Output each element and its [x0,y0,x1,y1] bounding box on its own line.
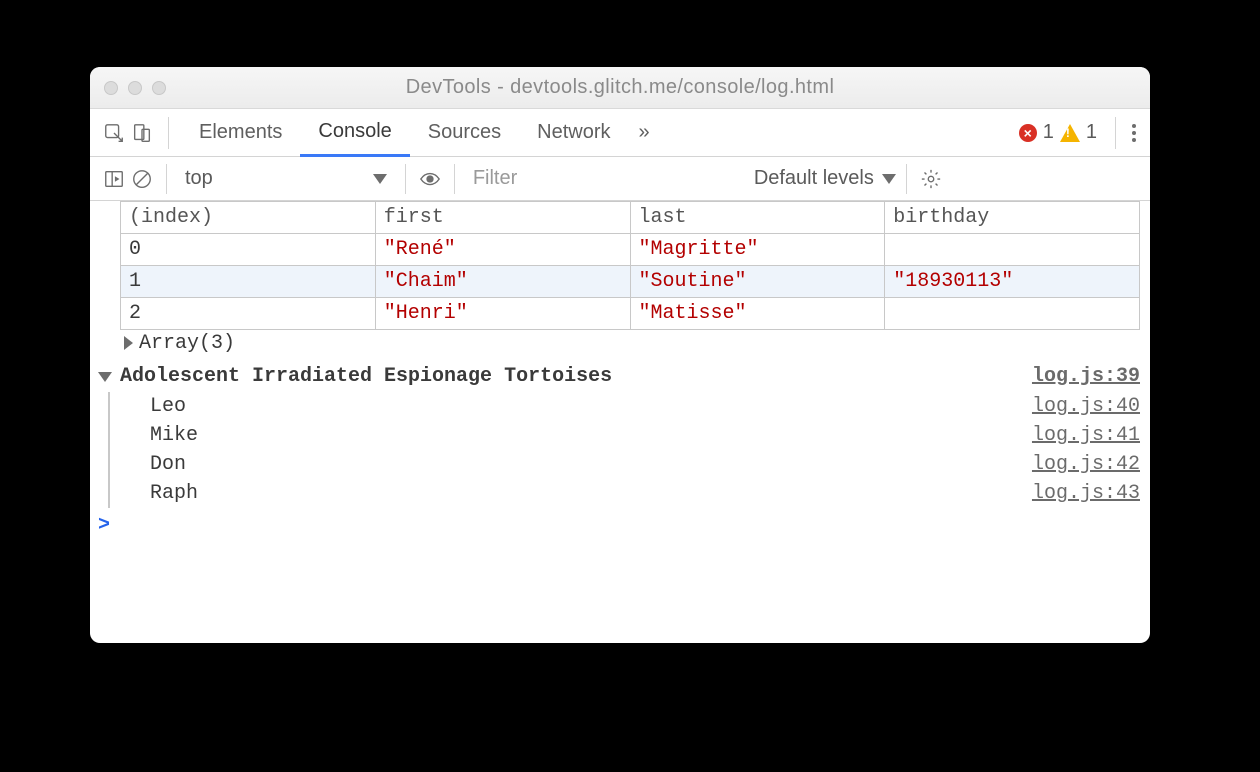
array-summary[interactable]: Array(3) [120,330,1140,361]
error-icon: × [1019,124,1037,142]
separator [454,164,455,194]
source-link[interactable]: log.js:43 [1032,482,1140,505]
cell-index: 1 [121,266,376,298]
devtools-window: DevTools - devtools.glitch.me/console/lo… [90,67,1150,643]
max-dot[interactable] [152,81,166,95]
tabs-overflow[interactable]: » [629,109,660,157]
source-link[interactable]: log.js:39 [1032,365,1140,388]
device-toggle-icon[interactable] [128,119,156,147]
separator [166,164,167,194]
separator [1115,117,1116,149]
cell-first: "Henri" [375,298,630,330]
status-counts[interactable]: × 1 1 [1019,121,1097,144]
cell-birthday [885,298,1140,330]
log-line: Don log.js:42 [150,450,1140,479]
cell-birthday [885,234,1140,266]
window-title: DevTools - devtools.glitch.me/console/lo… [104,76,1136,99]
table-row[interactable]: 2 "Henri" "Matisse" [121,298,1140,330]
group-title: Adolescent Irradiated Espionage Tortoise… [120,365,612,388]
clear-console-icon[interactable] [128,165,156,193]
log-text: Leo [150,395,186,418]
th-first[interactable]: first [375,202,630,234]
main-tabbar: Elements Console Sources Network » × 1 1 [90,109,1150,157]
separator [168,117,169,149]
disclosure-down-icon [98,372,112,382]
source-link[interactable]: log.js:40 [1032,395,1140,418]
cell-first: "Chaim" [375,266,630,298]
context-dropdown[interactable]: top [177,167,395,190]
console-output: (index) first last birthday 0 "René" "Ma… [90,201,1150,643]
live-expression-icon[interactable] [416,165,444,193]
table-row[interactable]: 0 "René" "Magritte" [121,234,1140,266]
cell-birthday: "18930113" [885,266,1140,298]
close-dot[interactable] [104,81,118,95]
console-toolbar: top Default levels [90,157,1150,201]
array-summary-text: Array(3) [139,332,235,355]
min-dot[interactable] [128,81,142,95]
sidebar-toggle-icon[interactable] [100,165,128,193]
log-text: Mike [150,424,198,447]
warning-count: 1 [1086,121,1097,144]
warning-icon [1060,124,1080,142]
th-index[interactable]: (index) [121,202,376,234]
source-link[interactable]: log.js:41 [1032,424,1140,447]
console-group-body: Leo log.js:40 Mike log.js:41 Don log.js:… [108,392,1140,508]
error-count: 1 [1043,121,1054,144]
cell-last: "Magritte" [630,234,885,266]
context-label: top [185,167,213,190]
chevron-down-icon [882,174,896,184]
cell-first: "René" [375,234,630,266]
console-table: (index) first last birthday 0 "René" "Ma… [120,201,1140,330]
cell-last: "Soutine" [630,266,885,298]
titlebar: DevTools - devtools.glitch.me/console/lo… [90,67,1150,109]
cell-index: 2 [121,298,376,330]
th-last[interactable]: last [630,202,885,234]
menu-kebab-icon[interactable] [1128,124,1140,142]
table-header-row: (index) first last birthday [121,202,1140,234]
filter-input[interactable] [465,163,746,195]
tab-sources[interactable]: Sources [410,109,519,157]
cell-index: 0 [121,234,376,266]
traffic-lights [104,81,166,95]
tab-console[interactable]: Console [300,109,409,157]
tab-elements[interactable]: Elements [181,109,300,157]
chevron-down-icon [373,174,387,184]
cell-last: "Matisse" [630,298,885,330]
log-line: Mike log.js:41 [150,421,1140,450]
separator [906,164,907,194]
settings-gear-icon[interactable] [917,165,945,193]
console-prompt[interactable]: > [98,508,1140,537]
levels-label: Default levels [754,167,874,190]
disclosure-right-icon [124,336,133,350]
tab-network[interactable]: Network [519,109,628,157]
log-line: Raph log.js:43 [150,479,1140,508]
inspect-icon[interactable] [100,119,128,147]
source-link[interactable]: log.js:42 [1032,453,1140,476]
log-line: Leo log.js:40 [150,392,1140,421]
log-text: Don [150,453,186,476]
console-group-header[interactable]: Adolescent Irradiated Espionage Tortoise… [120,361,1140,392]
separator [405,164,406,194]
table-row[interactable]: 1 "Chaim" "Soutine" "18930113" [121,266,1140,298]
th-birthday[interactable]: birthday [885,202,1140,234]
log-text: Raph [150,482,198,505]
levels-dropdown[interactable]: Default levels [754,167,896,190]
